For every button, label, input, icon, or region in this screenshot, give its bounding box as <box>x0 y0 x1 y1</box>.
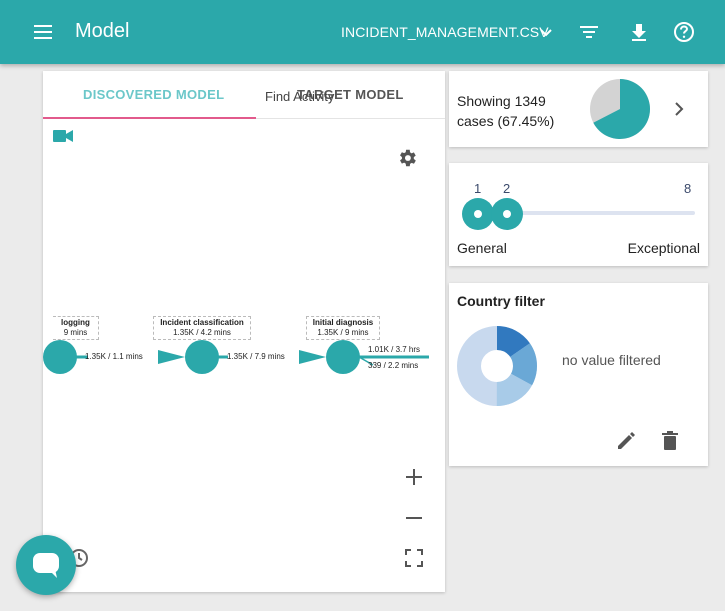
page-title: Model <box>75 20 130 42</box>
abstraction-slider-card: 1 2 8 General Exceptional <box>449 163 708 266</box>
cases-count-text: Showing 1349 cases (67.45%) <box>457 93 555 129</box>
edge-label: 339 / 2.2 mins <box>368 361 419 370</box>
edit-icon[interactable] <box>615 430 637 452</box>
node-stats: 1.35K / 4.2 mins <box>173 328 231 337</box>
menu-icon[interactable] <box>32 22 54 42</box>
slider-max-label: Exceptional <box>627 240 700 256</box>
zoom-out-icon[interactable] <box>405 509 423 527</box>
graph-node <box>326 340 360 374</box>
country-donut-chart <box>457 326 537 406</box>
edge-label: 1.35K / 1.1 mins <box>85 352 143 361</box>
slider-handle-max[interactable] <box>491 198 523 230</box>
help-icon[interactable] <box>673 21 695 43</box>
cases-summary-card: Showing 1349 cases (67.45%) <box>449 71 708 147</box>
fullscreen-icon[interactable] <box>405 549 423 567</box>
slider-tick-label: 2 <box>503 181 511 196</box>
video-camera-icon[interactable] <box>53 129 73 143</box>
edge-label: 1.35K / 7.9 mins <box>227 352 285 361</box>
chat-bubble-icon <box>33 553 59 578</box>
graph-node <box>185 340 219 374</box>
find-activity-input[interactable]: Find Activity <box>265 89 334 104</box>
country-filter-card: Country filter no value filtered <box>449 283 708 466</box>
country-filter-title: Country filter <box>457 293 545 309</box>
node-name: logging <box>61 318 90 327</box>
file-selector[interactable]: INCIDENT_MANAGEMENT.CSV <box>341 24 549 40</box>
active-tab-indicator <box>43 117 256 119</box>
chat-button[interactable] <box>16 535 76 595</box>
slider-tick-label: 8 <box>684 181 692 196</box>
download-icon[interactable] <box>628 21 650 43</box>
node-label-logging: logging 9 mins <box>53 316 99 340</box>
filter-status-text: no value filtered <box>562 352 661 368</box>
delete-icon[interactable] <box>659 430 681 452</box>
node-stats: 9 mins <box>63 328 88 337</box>
zoom-in-icon[interactable] <box>405 468 423 486</box>
graph-edge-arrow <box>158 350 185 364</box>
node-stats: 1.35K / 9 mins <box>317 328 369 337</box>
graph-edge-arrow <box>299 350 326 364</box>
node-label-incident-classification: Incident classification 1.35K / 4.2 mins <box>153 316 251 340</box>
node-name: Incident classification <box>160 318 244 327</box>
cases-pie-chart <box>590 79 650 139</box>
node-name: Initial diagnosis <box>312 318 374 327</box>
slider-min-label: General <box>457 240 507 256</box>
model-panel: DISCOVERED MODEL TARGET MODEL Find Activ… <box>43 71 445 592</box>
tab-discovered-model[interactable]: DISCOVERED MODEL <box>83 87 224 102</box>
gear-icon[interactable] <box>396 147 418 169</box>
graph-node <box>43 340 77 374</box>
slider-tick-label: 1 <box>474 181 482 196</box>
slider-handle-min[interactable] <box>462 198 494 230</box>
chevron-down-icon[interactable] <box>538 24 554 40</box>
top-app-bar: Model INCIDENT_MANAGEMENT.CSV <box>0 0 725 64</box>
node-label-initial-diagnosis: Initial diagnosis 1.35K / 9 mins <box>306 316 380 340</box>
edge-label: 1.01K / 3.7 hrs <box>368 345 421 354</box>
model-tabs: DISCOVERED MODEL TARGET MODEL Find Activ… <box>43 71 445 119</box>
chevron-right-icon[interactable] <box>671 101 687 117</box>
filter-icon[interactable] <box>578 21 600 43</box>
